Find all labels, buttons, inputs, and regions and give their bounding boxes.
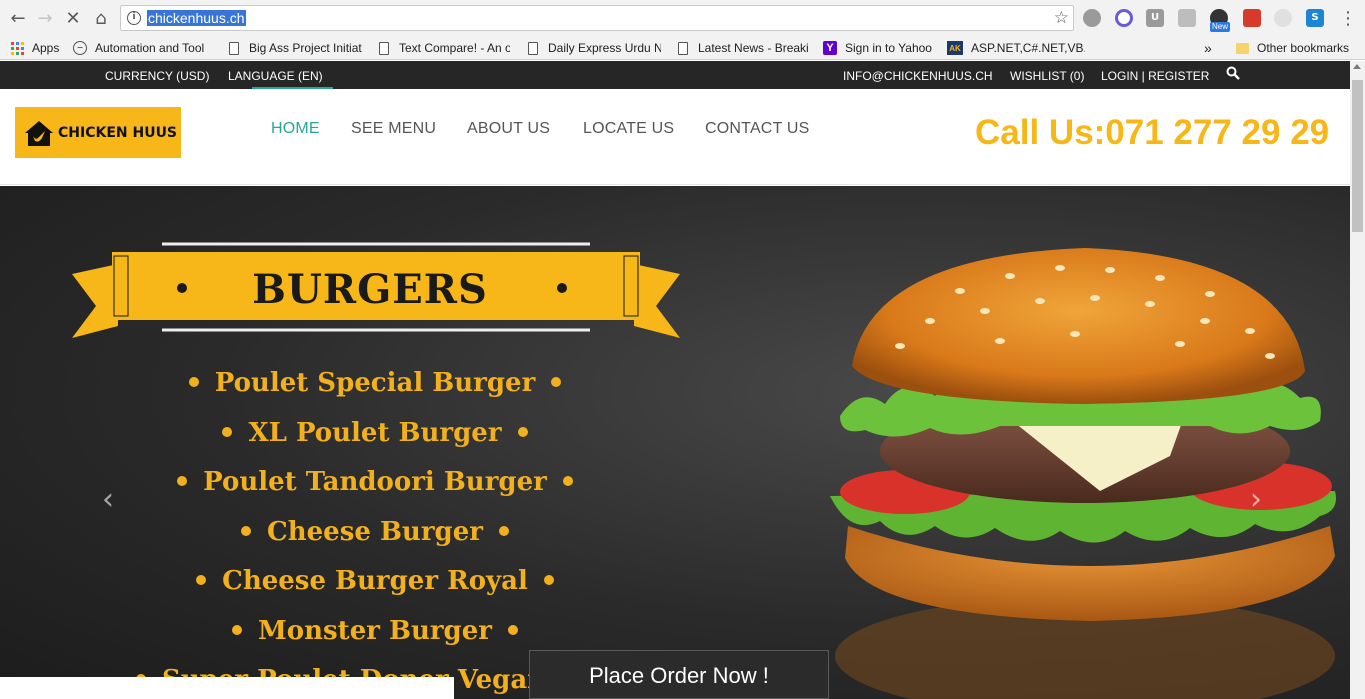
logo[interactable]: CHICKEN HUUS [15, 107, 181, 158]
email-link[interactable]: INFO@CHICKENHUUS.CH [843, 69, 993, 83]
currency-selector[interactable]: CURRENCY (USD) [105, 69, 209, 83]
nav-locate-us[interactable]: LOCATE US [583, 120, 674, 138]
bookmark-big-ass-project[interactable]: Big Ass Project Initiat [227, 39, 362, 57]
bookmark-label: Latest News - Breakin [698, 41, 809, 55]
burger-name: Monster Burger [258, 615, 492, 646]
bullet-dot-icon [498, 525, 509, 536]
bookmark-latest-news[interactable]: Latest News - Breakin [676, 39, 809, 57]
browser-toolbar: ← → ✕ ⌂ i chickenhuus.ch ☆ U New S ⋮ [0, 0, 1365, 36]
bullet-dot-icon [196, 575, 207, 585]
bullet-dot-icon [222, 426, 233, 437]
banner-title: BURGERS [252, 266, 488, 313]
burger-name: Poulet Special Burger [214, 368, 536, 398]
nav-see-menu[interactable]: SEE MENU [351, 120, 436, 138]
site-topbar: CURRENCY (USD) LANGUAGE (EN) INFO@CHICKE… [0, 61, 1350, 89]
list-item: Poulet Special Burger [120, 368, 630, 418]
nav-home[interactable]: HOME [271, 120, 320, 138]
bullet-dot-icon [241, 525, 252, 536]
bookmark-aspnet[interactable]: AK ASP.NET,C#.NET,VB.N [947, 39, 1085, 57]
wishlist-link[interactable]: WISHLIST (0) [1010, 69, 1084, 83]
url-text[interactable]: chickenhuus.ch [147, 10, 246, 26]
list-item: XL Poulet Burger [120, 418, 630, 468]
bookmarks-overflow-button[interactable]: » [1204, 39, 1212, 57]
ghost-extension-icon[interactable] [1274, 9, 1292, 27]
bullet-dot-icon [562, 476, 573, 486]
chicken-house-icon [23, 118, 55, 148]
page-icon [377, 41, 391, 55]
call-us-phone[interactable]: Call Us:071 277 29 29 [975, 113, 1329, 153]
minus-circle-icon: − [73, 41, 87, 55]
site-info-icon[interactable]: i [127, 11, 141, 25]
bookmark-label: Apps [32, 41, 60, 55]
scroll-up-arrow-icon[interactable] [1353, 64, 1361, 69]
slider-prev-arrow-icon[interactable]: ‹ [102, 482, 114, 517]
forward-arrow-icon[interactable]: → [33, 6, 57, 30]
circle-extension-icon[interactable] [1115, 9, 1133, 27]
bullet-dot-icon [543, 575, 554, 585]
bookmark-label: Big Ass Project Initiat [249, 41, 362, 55]
site-header: CHICKEN HUUS HOME SEE MENU ABOUT US LOCA… [0, 89, 1350, 185]
u-extension-icon[interactable]: U [1146, 9, 1164, 27]
yahoo-icon: Y [823, 41, 837, 55]
folder-icon [1236, 42, 1249, 54]
apps-grid-icon [10, 41, 24, 55]
globe-extension-icon[interactable] [1083, 9, 1101, 27]
bullet-dot-icon [551, 377, 562, 387]
slider-next-arrow-icon[interactable]: › [1250, 482, 1262, 517]
place-order-button[interactable]: Place Order Now ! [529, 650, 829, 699]
bookmark-star-icon[interactable]: ☆ [1054, 8, 1069, 28]
list-item: Cheese Burger [120, 517, 630, 567]
chat-widget-placeholder [0, 677, 454, 699]
back-arrow-icon[interactable]: ← [6, 6, 30, 30]
bookmarks-bar: Apps − Automation and Tool Big Ass Proje… [0, 36, 1365, 60]
bookmark-label: Daily Express Urdu Ne [548, 41, 661, 55]
bullet-dot-icon [517, 426, 528, 437]
chrome-menu-icon[interactable]: ⋮ [1336, 6, 1360, 30]
ak-icon: AK [947, 41, 963, 55]
page-icon [526, 41, 540, 55]
nav-about-us[interactable]: ABOUT US [467, 120, 550, 138]
bullet-dot-icon [188, 377, 199, 387]
stop-loading-icon[interactable]: ✕ [61, 6, 85, 30]
shield-extension-icon[interactable] [1243, 9, 1261, 27]
bookmark-apps[interactable]: Apps [10, 39, 59, 57]
grid-extension-icon[interactable] [1178, 9, 1196, 27]
bookmark-label: Sign in to Yahoo [845, 41, 932, 55]
hero-slider: BURGERS Poulet Special Burger XL Poulet … [0, 186, 1350, 699]
scrollbar-thumb[interactable] [1352, 80, 1363, 232]
bookmark-label: Other bookmarks [1257, 41, 1350, 55]
address-bar[interactable]: i chickenhuus.ch ☆ [120, 5, 1074, 31]
bookmark-label: Text Compare! - An o [399, 41, 510, 55]
bookmark-daily-express[interactable]: Daily Express Urdu Ne [526, 39, 661, 57]
new-badge: New [1210, 22, 1231, 32]
home-icon[interactable]: ⌂ [89, 6, 113, 30]
burger-name: Cheese Burger [267, 516, 483, 547]
search-icon[interactable] [1226, 66, 1240, 83]
nav-contact-us[interactable]: CONTACT US [705, 120, 810, 138]
bullet-dot-icon [177, 476, 188, 486]
bookmark-label: ASP.NET,C#.NET,VB.N [971, 41, 1085, 55]
bookmark-label: Automation and Tool [95, 41, 205, 55]
bullet-dot-icon [507, 624, 518, 635]
list-item: Poulet Tandoori Burger [120, 467, 630, 517]
page-icon [676, 41, 690, 55]
bookmark-yahoo[interactable]: Y Sign in to Yahoo [823, 39, 932, 57]
s-extension-icon[interactable]: S [1306, 9, 1324, 27]
bullet-dot-icon [232, 624, 243, 635]
logo-text: CHICKEN HUUS [58, 124, 178, 141]
bookmark-automation[interactable]: − Automation and Tool [73, 39, 211, 57]
language-selector[interactable]: LANGUAGE (EN) [228, 69, 323, 83]
page-icon [227, 41, 241, 55]
bookmark-text-compare[interactable]: Text Compare! - An o [377, 39, 510, 57]
other-bookmarks[interactable]: Other bookmarks [1236, 39, 1349, 57]
login-register-link[interactable]: LOGIN | REGISTER [1101, 69, 1209, 83]
list-item: Cheese Burger Royal [120, 566, 630, 616]
burger-name: XL Poulet Burger [248, 417, 502, 448]
burger-name: Poulet Tandoori Burger [203, 467, 547, 497]
burger-name: Cheese Burger Royal [222, 566, 528, 596]
